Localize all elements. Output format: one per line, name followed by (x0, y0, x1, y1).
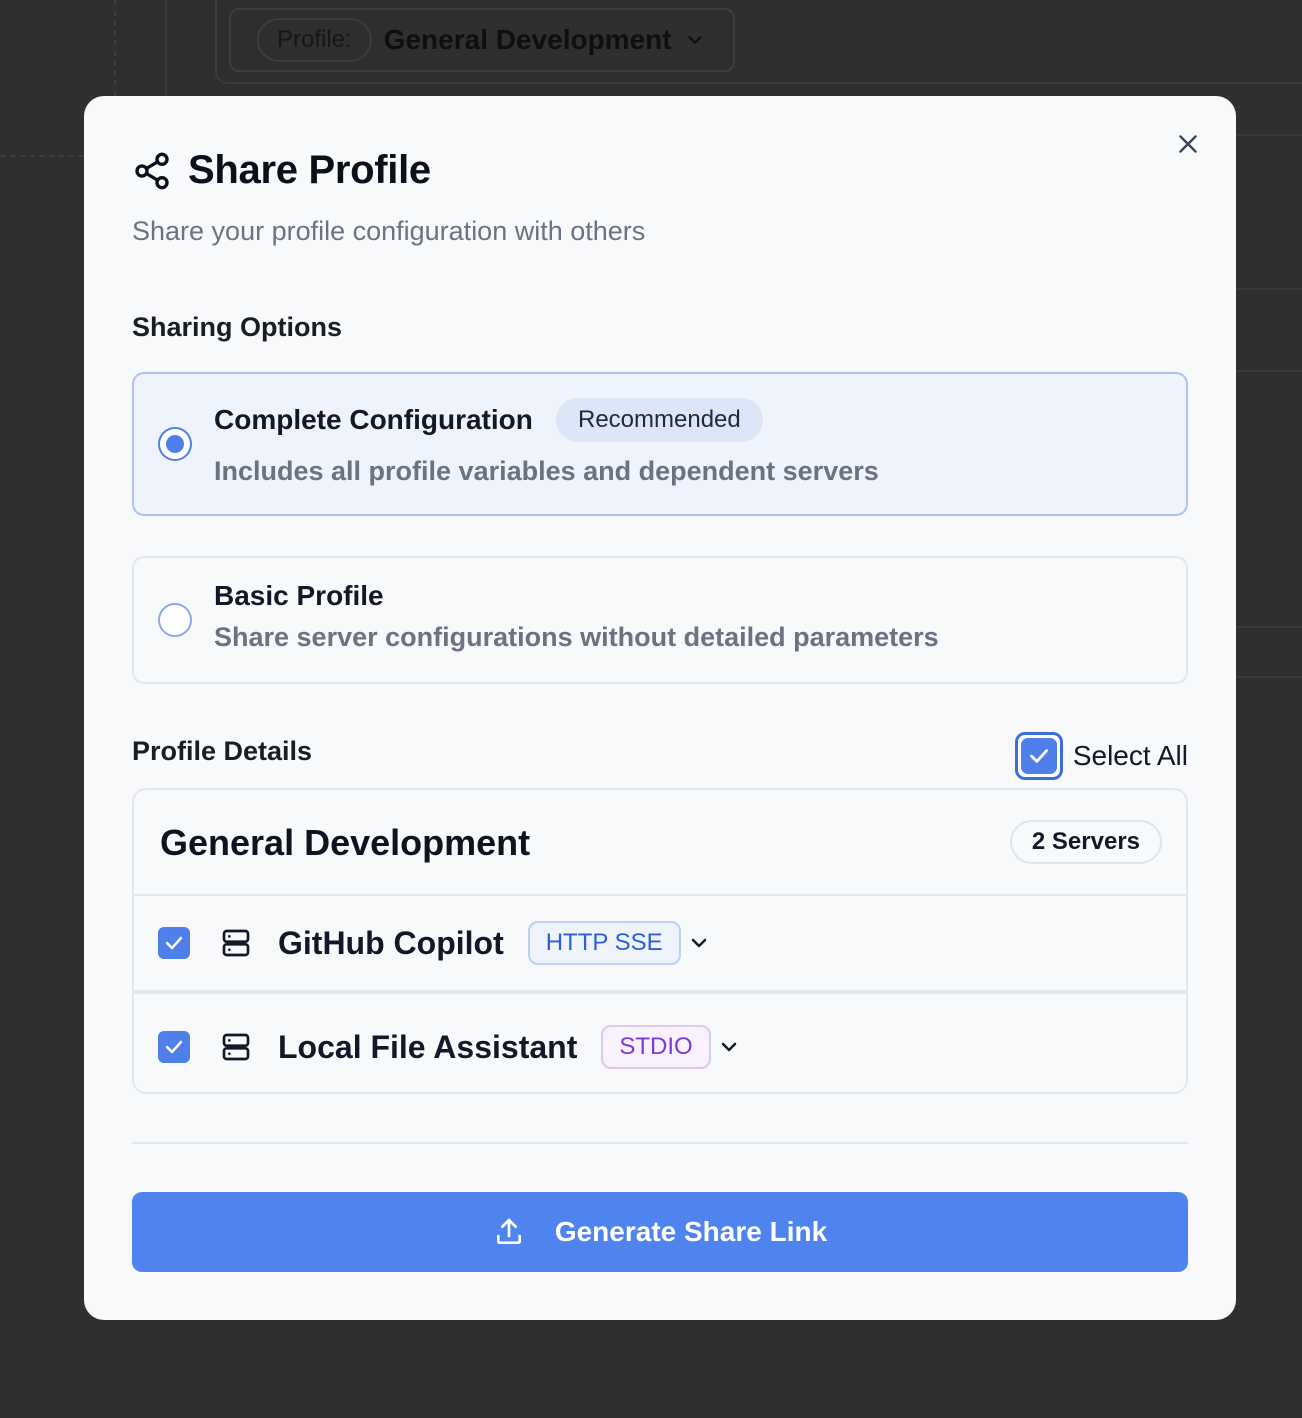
server-checkbox[interactable] (158, 1031, 190, 1063)
chevron-down-icon[interactable] (687, 931, 711, 955)
server-name: GitHub Copilot (278, 924, 504, 961)
background-divider (0, 155, 84, 157)
checkbox[interactable] (1014, 732, 1063, 780)
background-divider (114, 0, 116, 96)
footer-divider (132, 1142, 1188, 1144)
option-title: Complete Configuration (214, 404, 533, 435)
option-title: Basic Profile (214, 580, 384, 611)
recommended-badge: Recommended (556, 398, 763, 442)
radio-complete-configuration[interactable] (158, 427, 192, 461)
background-profile-selector: Profile: General Development (229, 8, 735, 72)
option-description: Share server configurations without deta… (214, 622, 939, 652)
check-icon (165, 936, 183, 950)
server-type-tag: HTTP SSE (527, 921, 681, 965)
check-icon (165, 1040, 183, 1054)
upload-icon (496, 1218, 521, 1244)
background-divider (1236, 676, 1302, 678)
dialog-title: Share Profile (188, 148, 431, 192)
option-description: Includes all profile variables and depen… (214, 456, 879, 486)
select-all-label: Select All (1072, 740, 1188, 771)
server-name: Local File Assistant (278, 1028, 578, 1065)
generate-share-link-button[interactable]: Generate Share Link (132, 1192, 1188, 1272)
dialog-header: Share Profile (132, 148, 431, 193)
profile-details-label: Profile Details (132, 736, 313, 766)
chevron-down-icon[interactable] (717, 1035, 741, 1059)
check-icon (1029, 749, 1048, 763)
server-row-local-file-assistant: Local File Assistant STDIO (134, 998, 1186, 1092)
background-divider (1236, 288, 1302, 290)
dialog-subtitle: Share your profile configuration with ot… (132, 216, 646, 246)
share-profile-dialog: Share Profile Share your profile configu… (84, 96, 1236, 1320)
server-type-tag: STDIO (601, 1025, 711, 1069)
select-all-checkbox[interactable]: Select All (1014, 732, 1188, 780)
close-icon (1179, 135, 1197, 153)
profile-header: General Development 2 Servers (134, 790, 1186, 896)
server-count-badge: 2 Servers (1009, 820, 1162, 864)
server-icon (222, 1033, 250, 1061)
profile-name: General Development (160, 822, 531, 863)
close-button[interactable] (1174, 130, 1202, 158)
option-complete-configuration[interactable]: Complete Configuration Recommended Inclu… (132, 372, 1188, 516)
generate-button-label: Generate Share Link (554, 1216, 828, 1247)
background-divider (165, 0, 167, 96)
option-basic-profile[interactable]: Basic Profile Share server configuration… (132, 556, 1188, 684)
sharing-options-label: Sharing Options (132, 312, 343, 342)
share-icon (135, 152, 169, 189)
background-divider (1236, 134, 1302, 136)
background-divider (1236, 626, 1302, 628)
server-row-github-copilot: GitHub Copilot HTTP SSE (134, 896, 1186, 994)
chevron-down-icon (687, 36, 702, 44)
background-divider (1236, 370, 1302, 372)
background-profile-value: General Development (383, 24, 672, 55)
profile-details-card: General Development 2 Servers GitHub Cop… (132, 788, 1188, 1094)
server-icon (222, 929, 250, 957)
background-profile-label: Profile: (257, 18, 372, 62)
server-checkbox[interactable] (158, 927, 190, 959)
radio-basic-profile[interactable] (158, 603, 192, 637)
